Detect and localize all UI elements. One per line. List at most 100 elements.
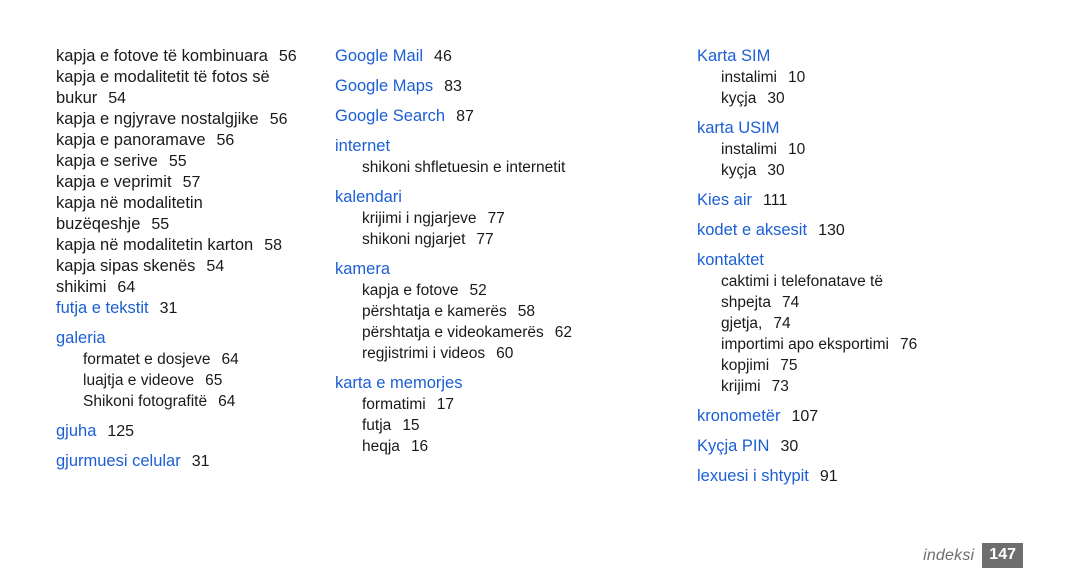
- index-subentry-page-number: 75: [780, 357, 798, 374]
- index-heading[interactable]: Kies air 111: [697, 190, 1080, 211]
- index-subentry-label: kyçja: [721, 162, 757, 179]
- index-subentry-label: kapja e fotove të kombinuara: [56, 47, 268, 65]
- index-subentry-label: buzëqeshje: [56, 215, 141, 233]
- index-subentry[interactable]: shpejta 74: [697, 292, 1080, 313]
- index-subentry[interactable]: kapja e serive 55: [56, 151, 330, 172]
- index-subentry[interactable]: bukur 54: [56, 88, 330, 109]
- index-heading-page-number: 107: [791, 408, 819, 425]
- index-subentry-label: kapja e modalitetit të fotos së: [56, 68, 270, 86]
- index-entry-group: Google Mail 46: [335, 46, 660, 67]
- index-subentry-label: kopjimi: [721, 357, 770, 374]
- index-heading[interactable]: kodet e aksesit 130: [697, 220, 1080, 241]
- index-subentry-page-number: 77: [476, 231, 494, 248]
- index-heading[interactable]: Google Search 87: [335, 106, 660, 127]
- index-subentry-page-number: 52: [469, 282, 487, 299]
- index-subentry[interactable]: kapja e ngjyrave nostalgjike 56: [56, 109, 330, 130]
- index-subentry-label: importimi apo eksportimi: [721, 336, 889, 353]
- index-subentry-list: instalimi 10 kyçja 30: [697, 139, 1080, 181]
- index-entry-group: karta USIM instalimi 10 kyçja 30: [697, 118, 1080, 181]
- index-heading-label: karta e memorjes: [335, 374, 463, 392]
- index-subentry[interactable]: krijimi i ngjarjeve 77: [335, 208, 660, 229]
- index-heading[interactable]: kamera: [335, 259, 660, 280]
- index-subentry[interactable]: formatimi 17: [335, 394, 660, 415]
- index-subentry-label: shikimi: [56, 278, 107, 296]
- index-entry-group: futja e tekstit 31: [56, 298, 330, 319]
- index-heading-page-number: 46: [434, 48, 452, 65]
- index-subentry-page-number: 10: [787, 69, 806, 86]
- index-subentry-label: kapja në modalitetin karton: [56, 236, 254, 254]
- index-subentry[interactable]: krijimi 73: [697, 376, 1080, 397]
- index-subentry-list: kapja e fotove të kombinuara 56 kapja e mo…: [56, 46, 330, 298]
- index-subentry-label: kapja e panoramave: [56, 131, 206, 149]
- index-subentry[interactable]: kapja e fotove 52: [335, 280, 660, 301]
- index-subentry-page-number: 17: [436, 396, 454, 413]
- index-heading-label: kodet e aksesit: [697, 221, 808, 239]
- index-column-2: Google Mail 46 Google Maps 83 Google Search 8…: [330, 46, 660, 466]
- index-heading[interactable]: kronometër 107: [697, 406, 1080, 427]
- index-heading[interactable]: Karta SIM: [697, 46, 1080, 67]
- footer-section-label: indeksi: [923, 546, 975, 564]
- index-subentry-page-number: 15: [402, 417, 420, 434]
- index-column-1: kapja e fotove të kombinuara 56 kapja e mo…: [0, 46, 330, 481]
- index-subentry[interactable]: regjistrimi i videos 60: [335, 343, 660, 364]
- index-heading[interactable]: lexuesi i shtypit 91: [697, 466, 1080, 487]
- index-subentry[interactable]: kapja e veprimit 57: [56, 172, 330, 193]
- index-subentry-page-number: 56: [278, 48, 297, 65]
- index-heading[interactable]: internet: [335, 136, 660, 157]
- index-heading[interactable]: galeria: [56, 328, 330, 349]
- index-heading-page-number: 91: [819, 468, 838, 485]
- index-subentry[interactable]: shikoni ngjarjet 77: [335, 229, 660, 250]
- index-page: kapja e fotove të kombinuara 56 kapja e mo…: [0, 0, 1080, 586]
- index-subentry[interactable]: instalimi 10: [697, 67, 1080, 88]
- index-subentry[interactable]: përshtatja e kamerës 58: [335, 301, 660, 322]
- index-subentry[interactable]: importimi apo eksportimi 76: [697, 334, 1080, 355]
- index-heading[interactable]: Google Maps 83: [335, 76, 660, 97]
- index-subentry[interactable]: caktimi i telefonatave të: [697, 271, 1080, 292]
- index-subentry[interactable]: futja 15: [335, 415, 660, 436]
- index-heading-label: gjuha: [56, 422, 97, 440]
- index-subentry[interactable]: kyçja 30: [697, 88, 1080, 109]
- index-subentry[interactable]: kapja e modalitetit të fotos së: [56, 67, 330, 88]
- index-heading-label: kronometër: [697, 407, 781, 425]
- index-subentry[interactable]: kyçja 30: [697, 160, 1080, 181]
- index-subentry[interactable]: Shikoni fotografitë 64: [56, 391, 330, 412]
- index-subentry-page-number: 56: [216, 132, 235, 149]
- index-subentry[interactable]: buzëqeshje 55: [56, 214, 330, 235]
- index-subentry[interactable]: gjetja, 74: [697, 313, 1080, 334]
- index-subentry[interactable]: instalimi 10: [697, 139, 1080, 160]
- index-subentry-label: shikoni shfletuesin e internetit: [362, 159, 566, 176]
- index-subentry-label: përshtatja e kamerës: [362, 303, 507, 320]
- index-heading[interactable]: futja e tekstit 31: [56, 298, 330, 319]
- index-subentry[interactable]: kopjimi 75: [697, 355, 1080, 376]
- index-heading-label: Kies air: [697, 191, 753, 209]
- index-heading-page-number: 31: [159, 300, 178, 317]
- index-subentry-page-number: 74: [773, 315, 791, 332]
- index-subentry[interactable]: formatet e dosjeve 64: [56, 349, 330, 370]
- index-subentry[interactable]: kapja në modalitetin karton 58: [56, 235, 330, 256]
- index-subentry-page-number: 56: [269, 111, 288, 128]
- index-heading[interactable]: kalendari: [335, 187, 660, 208]
- index-subentry[interactable]: përshtatja e videokamerës 62: [335, 322, 660, 343]
- index-heading[interactable]: gjurmuesi celular 31: [56, 451, 330, 472]
- index-subentry[interactable]: heqja 16: [335, 436, 660, 457]
- index-subentry[interactable]: kapja e panoramave 56: [56, 130, 330, 151]
- index-subentry-label: bukur: [56, 89, 98, 107]
- index-heading[interactable]: Google Mail 46: [335, 46, 660, 67]
- index-subentry-page-number: 54: [206, 258, 225, 275]
- index-heading[interactable]: gjuha 125: [56, 421, 330, 442]
- index-subentry[interactable]: shikoni shfletuesin e internetit: [335, 157, 660, 178]
- index-subentry[interactable]: kapja në modalitetin: [56, 193, 330, 214]
- index-subentry[interactable]: luajtja e videove 65: [56, 370, 330, 391]
- index-heading[interactable]: Kyçja PIN 30: [697, 436, 1080, 457]
- index-column-3: Karta SIM instalimi 10 kyçja 30 karta USIM ins…: [660, 46, 1080, 496]
- index-heading[interactable]: karta USIM: [697, 118, 1080, 139]
- index-heading[interactable]: kontaktet: [697, 250, 1080, 271]
- index-subentry-list: caktimi i telefonatave të shpejta 74 gjetja…: [697, 271, 1080, 397]
- index-heading-label: futja e tekstit: [56, 299, 149, 317]
- index-subentry[interactable]: kapja e fotove të kombinuara 56: [56, 46, 330, 67]
- index-columns: kapja e fotove të kombinuara 56 kapja e mo…: [0, 46, 1080, 496]
- index-subentry-label: caktimi i telefonatave të: [721, 273, 883, 290]
- index-subentry[interactable]: kapja sipas skenës 54: [56, 256, 330, 277]
- index-heading[interactable]: karta e memorjes: [335, 373, 660, 394]
- index-subentry[interactable]: shikimi 64: [56, 277, 330, 298]
